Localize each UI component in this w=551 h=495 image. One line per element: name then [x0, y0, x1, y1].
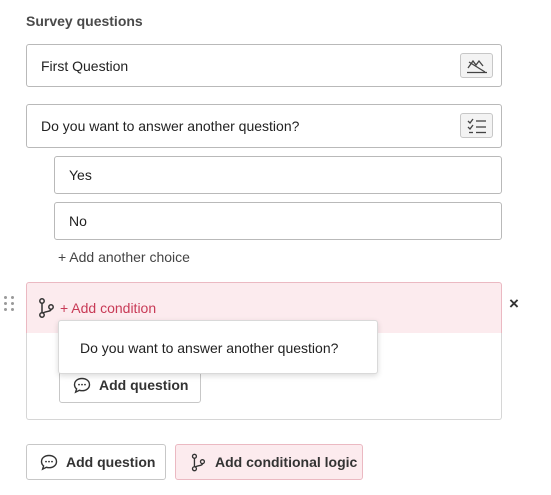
choice-field-yes[interactable]: Yes [54, 156, 502, 194]
close-icon[interactable]: × [509, 295, 519, 312]
drag-handle-icon[interactable] [3, 296, 17, 312]
choice-text: Yes [69, 167, 92, 183]
button-label: Add question [66, 454, 156, 470]
speech-bubble-icon [39, 453, 59, 471]
button-label: Add question [99, 377, 189, 393]
condition-question-dropdown[interactable]: Do you want to answer another question? [58, 320, 378, 374]
add-question-button[interactable]: Add question [26, 444, 166, 480]
branch-icon [39, 298, 54, 318]
add-another-choice-link[interactable]: + Add another choice [58, 249, 190, 265]
checklist-icon [467, 118, 486, 133]
dropdown-option[interactable]: Do you want to answer another question? [80, 321, 338, 375]
question-type-button[interactable] [460, 113, 493, 138]
signature-icon [466, 59, 487, 73]
question-field-2[interactable]: Do you want to answer another question? [26, 104, 502, 148]
question-type-button[interactable] [460, 53, 493, 78]
question-text: Do you want to answer another question? [41, 118, 300, 134]
question-text: First Question [41, 58, 129, 74]
add-conditional-logic-button[interactable]: Add conditional logic [175, 444, 363, 480]
speech-bubble-icon [72, 376, 92, 394]
choice-field-no[interactable]: No [54, 202, 502, 240]
branch-icon [188, 453, 208, 471]
choice-text: No [69, 213, 87, 229]
question-field-1[interactable]: First Question [26, 44, 502, 87]
section-title: Survey questions [26, 13, 143, 29]
button-label: Add conditional logic [215, 454, 358, 470]
